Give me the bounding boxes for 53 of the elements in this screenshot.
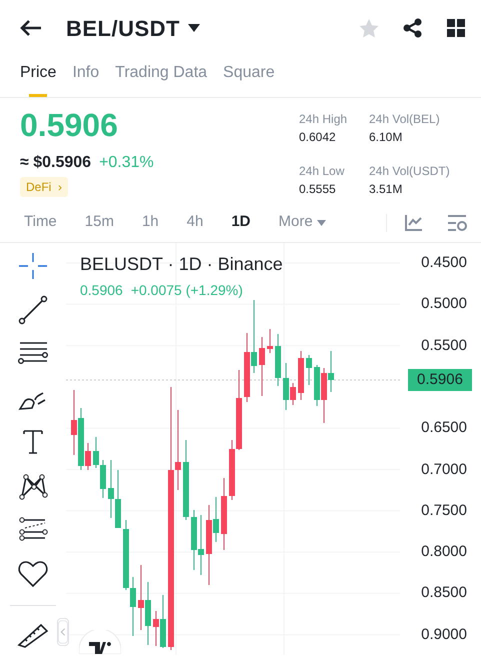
stat-label: 24h Vol(BEL) — [369, 111, 441, 128]
current-price-tag: 0.5906 — [408, 369, 472, 391]
axis-label: 0.8000 — [421, 542, 467, 562]
axis-label: 0.7500 — [421, 500, 467, 521]
line-tool-icon[interactable] — [17, 295, 49, 325]
axis-label: 0.5500 — [421, 335, 467, 356]
caret-icon[interactable] — [188, 24, 200, 32]
category-tag[interactable]: DeFi › — [20, 177, 68, 198]
star-icon[interactable] — [359, 18, 379, 38]
stat-value: 0.5555 — [299, 180, 337, 198]
stat-value: 0.6042 — [299, 129, 337, 146]
axis-label: 0.4500 — [421, 252, 467, 273]
axis-label: 0.5000 — [421, 294, 467, 314]
stat-value: 3.51M — [369, 180, 404, 198]
interval-tab[interactable]: 15m — [70, 211, 128, 234]
axis-label: 0.7000 — [421, 459, 467, 480]
stat-value: 6.10M — [369, 129, 404, 146]
candle — [259, 336, 265, 396]
chart-legend: BELUSDT · 1D · Binance — [80, 251, 283, 278]
caret-icon — [316, 220, 326, 226]
candle — [275, 334, 281, 386]
axis-label: 0.6500 — [421, 418, 467, 438]
indicator-settings-icon[interactable] — [447, 214, 467, 232]
chart-type-icon[interactable] — [405, 214, 423, 230]
share-icon[interactable] — [403, 18, 423, 38]
candle — [306, 354, 312, 386]
pair-title[interactable]: BEL/USDT — [66, 12, 180, 44]
interval-tab[interactable]: Time — [10, 211, 71, 234]
axis-label: 0.9000 — [421, 624, 467, 644]
last-price: 0.5906 — [80, 281, 123, 300]
grid-icon[interactable] — [447, 19, 465, 37]
price-value: 0.5906 — [20, 108, 119, 144]
usd-price: ≈ $0.5906 — [20, 153, 92, 174]
collapse-handle-icon[interactable] — [57, 618, 69, 646]
interval-tab[interactable]: 4h — [172, 211, 218, 234]
back-arrow-icon[interactable] — [20, 19, 42, 37]
stat-label: 24h Vol(USDT) — [369, 162, 451, 180]
tab[interactable]: Price — [20, 55, 56, 97]
heart-icon[interactable] — [17, 559, 49, 589]
axis-label: 0.8500 — [421, 583, 467, 604]
stat-label: 24h High — [299, 111, 348, 128]
candle — [298, 350, 304, 400]
more-dropdown[interactable]: More — [264, 211, 340, 234]
change-percent: +0.31% — [99, 153, 154, 174]
crosshair-icon[interactable] — [17, 251, 49, 281]
interval-tab[interactable]: 1D — [217, 211, 265, 234]
tab[interactable]: Info — [72, 55, 100, 97]
stat-label: 24h Low — [299, 162, 346, 180]
tab[interactable]: Square — [223, 55, 275, 97]
candle — [267, 328, 273, 354]
interval-tab[interactable]: 1h — [128, 211, 173, 234]
price-change: +0.0075 (+1.29%) — [130, 281, 243, 300]
tab[interactable]: Trading Data — [115, 55, 208, 97]
